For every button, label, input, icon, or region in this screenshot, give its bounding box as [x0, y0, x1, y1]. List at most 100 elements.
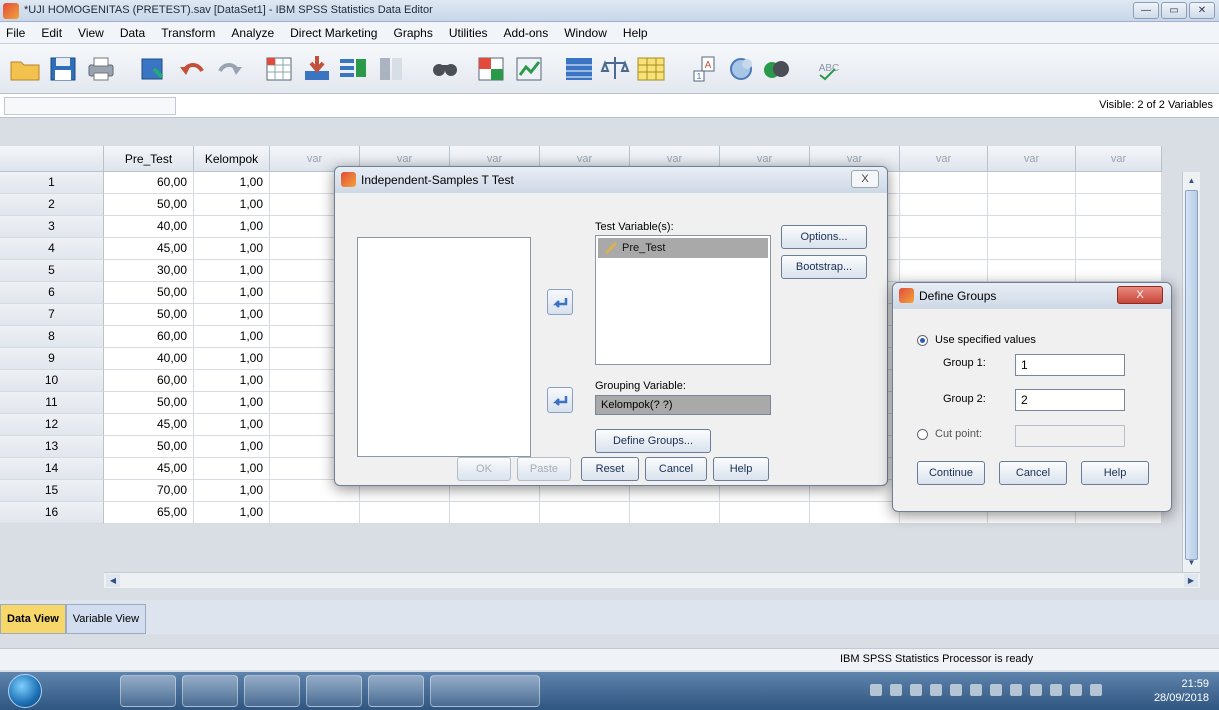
- tray-icon[interactable]: [910, 684, 922, 696]
- group-2-input[interactable]: 2: [1015, 389, 1125, 411]
- cell-empty[interactable]: [900, 216, 988, 238]
- source-variable-list[interactable]: [357, 237, 531, 457]
- network-icon[interactable]: [1050, 684, 1062, 696]
- menu-direct-marketing[interactable]: Direct Marketing: [290, 26, 377, 40]
- cell-empty[interactable]: [900, 260, 988, 282]
- maximize-icon[interactable]: ▭: [1161, 2, 1187, 19]
- cell-pre-test[interactable]: 50,00: [104, 282, 194, 304]
- cell-empty[interactable]: [1076, 172, 1162, 194]
- cell-empty[interactable]: [988, 260, 1076, 282]
- chart-builder-icon[interactable]: [512, 53, 546, 85]
- cell-empty[interactable]: [720, 502, 810, 524]
- open-folder-icon[interactable]: [8, 53, 42, 85]
- horizontal-scrollbar[interactable]: ◀ ▶: [104, 572, 1200, 588]
- minimize-icon[interactable]: —: [1133, 2, 1159, 19]
- cell-pre-test[interactable]: 65,00: [104, 502, 194, 524]
- cell-kelompok[interactable]: 1,00: [194, 392, 270, 414]
- cell-pre-test[interactable]: 45,00: [104, 458, 194, 480]
- tray-icon[interactable]: [970, 684, 982, 696]
- define-groups-button[interactable]: Define Groups...: [595, 429, 711, 453]
- menu-data[interactable]: Data: [120, 26, 145, 40]
- cut-point-radio[interactable]: [917, 429, 928, 440]
- close-icon[interactable]: X: [1117, 286, 1163, 304]
- cell-kelompok[interactable]: 1,00: [194, 216, 270, 238]
- menu-graphs[interactable]: Graphs: [393, 26, 432, 40]
- menu-help[interactable]: Help: [623, 26, 648, 40]
- redo-icon[interactable]: [212, 53, 246, 85]
- tray-icon[interactable]: [1010, 684, 1022, 696]
- scrollbar-thumb[interactable]: [1185, 190, 1198, 560]
- tray-icon[interactable]: [930, 684, 942, 696]
- menu-view[interactable]: View: [78, 26, 104, 40]
- menu-file[interactable]: File: [6, 26, 25, 40]
- show-all-variables-icon[interactable]: [760, 53, 794, 85]
- volume-icon[interactable]: [1030, 684, 1042, 696]
- value-labels-icon[interactable]: [562, 53, 596, 85]
- close-icon[interactable]: ✕: [1189, 2, 1215, 19]
- taskbar-clock[interactable]: 21:59 28/09/2018: [1154, 677, 1209, 705]
- cell-empty[interactable]: [540, 502, 630, 524]
- cell-empty[interactable]: [1076, 238, 1162, 260]
- options-button[interactable]: Options...: [781, 225, 867, 249]
- menu-analyze[interactable]: Analyze: [231, 26, 274, 40]
- cell-kelompok[interactable]: 1,00: [194, 238, 270, 260]
- row-number[interactable]: 11: [0, 392, 104, 414]
- variables-icon[interactable]: [336, 53, 370, 85]
- excel-taskbar-icon[interactable]: [368, 675, 424, 707]
- use-specified-values-radio[interactable]: [917, 335, 928, 346]
- menu-add-ons[interactable]: Add-ons: [504, 26, 549, 40]
- tray-icon[interactable]: [990, 684, 1002, 696]
- cell-pre-test[interactable]: 40,00: [104, 348, 194, 370]
- cell-empty[interactable]: [810, 502, 900, 524]
- column-header-pre-test[interactable]: Pre_Test: [104, 146, 194, 172]
- bootstrap-button[interactable]: Bootstrap...: [781, 255, 867, 279]
- undo-icon[interactable]: [176, 53, 210, 85]
- scroll-left-icon[interactable]: ◀: [106, 574, 120, 587]
- vertical-scrollbar[interactable]: ▲ ▼: [1182, 172, 1200, 572]
- cancel-button[interactable]: Cancel: [999, 461, 1067, 485]
- row-number[interactable]: 2: [0, 194, 104, 216]
- list-item[interactable]: Pre_Test: [598, 238, 768, 258]
- cell-kelompok[interactable]: 1,00: [194, 282, 270, 304]
- row-number[interactable]: 1: [0, 172, 104, 194]
- cell-pre-test[interactable]: 60,00: [104, 326, 194, 348]
- continue-button[interactable]: Continue: [917, 461, 985, 485]
- menu-edit[interactable]: Edit: [41, 26, 62, 40]
- column-header-kelompok[interactable]: Kelompok: [194, 146, 270, 172]
- row-number[interactable]: 16: [0, 502, 104, 524]
- move-to-test-variable-arrow-icon[interactable]: [547, 289, 573, 315]
- start-button-icon[interactable]: [8, 674, 42, 708]
- cell-empty[interactable]: [988, 172, 1076, 194]
- cell-pre-test[interactable]: 70,00: [104, 480, 194, 502]
- cell-empty[interactable]: [270, 502, 360, 524]
- media-player-taskbar-icon[interactable]: [182, 675, 238, 707]
- find-icon[interactable]: [428, 53, 462, 85]
- tray-icon[interactable]: [950, 684, 962, 696]
- cell-pre-test[interactable]: 60,00: [104, 172, 194, 194]
- cell-empty[interactable]: [630, 502, 720, 524]
- cell-empty[interactable]: [988, 216, 1076, 238]
- cell-kelompok[interactable]: 1,00: [194, 414, 270, 436]
- tray-icon[interactable]: [890, 684, 902, 696]
- cell-empty[interactable]: [1076, 216, 1162, 238]
- tab-variable-view[interactable]: Variable View: [65, 604, 147, 634]
- internet-explorer-taskbar-icon[interactable]: [244, 675, 300, 707]
- split-file-icon[interactable]: [374, 53, 408, 85]
- row-number[interactable]: 10: [0, 370, 104, 392]
- scroll-right-icon[interactable]: ▶: [1184, 574, 1198, 587]
- ok-button[interactable]: OK: [457, 457, 511, 481]
- spell-check-icon[interactable]: ABC: [812, 53, 846, 85]
- tray-icon[interactable]: [870, 684, 882, 696]
- cell-empty[interactable]: [1076, 260, 1162, 282]
- grouping-variable-field[interactable]: Kelompok(? ?): [595, 395, 771, 415]
- row-number[interactable]: 13: [0, 436, 104, 458]
- group-1-input[interactable]: 1: [1015, 354, 1125, 376]
- spss-taskbar-icon[interactable]: [430, 675, 540, 707]
- select-cases-icon[interactable]: A1: [688, 53, 722, 85]
- data-grid-icon[interactable]: [634, 53, 668, 85]
- scroll-down-icon[interactable]: ▼: [1185, 556, 1198, 570]
- menu-utilities[interactable]: Utilities: [449, 26, 488, 40]
- row-number[interactable]: 8: [0, 326, 104, 348]
- row-number[interactable]: 12: [0, 414, 104, 436]
- cell-pre-test[interactable]: 60,00: [104, 370, 194, 392]
